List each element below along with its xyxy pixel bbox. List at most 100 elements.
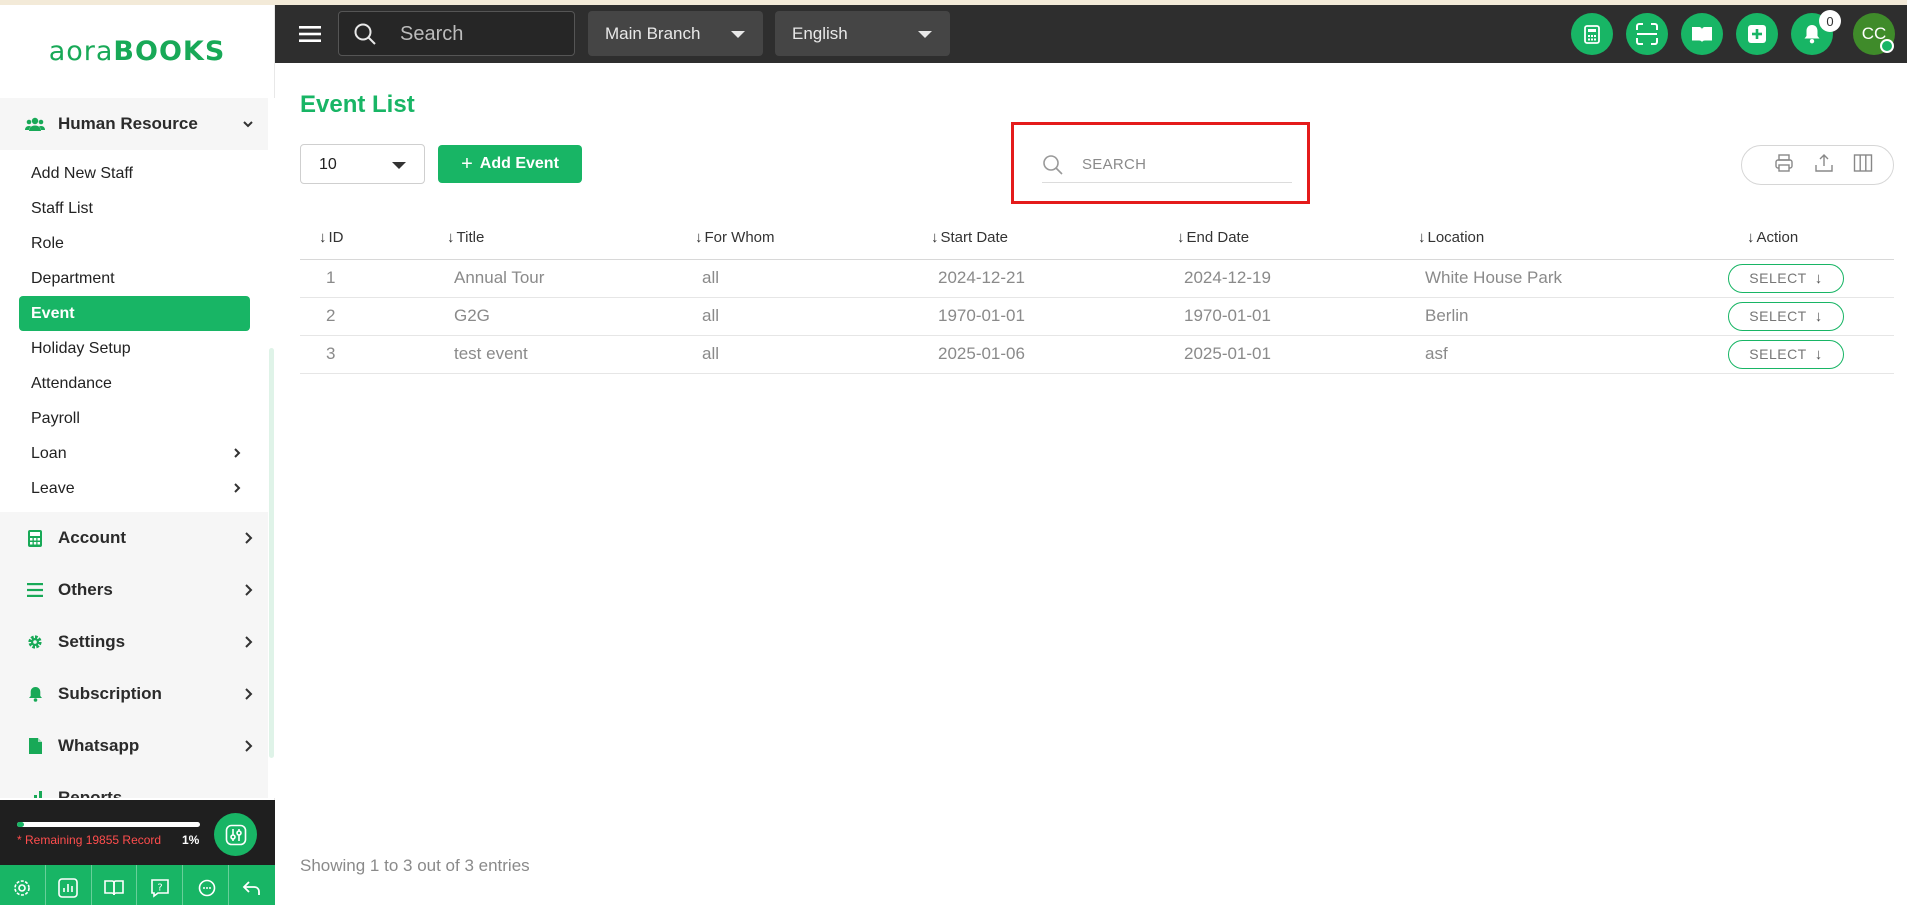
chevron-right-icon [234,483,241,493]
cell-location: Berlin [1399,297,1728,336]
table-header-row: ↓ ID ↓ Title ↓ For Whom ↓ Start Date ↓ End Da… [300,216,1894,260]
column-header-action[interactable]: ↓ Action [1728,216,1894,260]
table-row: 1 Annual Tour all 2024-12-21 2024-12-19 … [300,259,1894,298]
chevron-right-icon [234,448,241,458]
columns-button[interactable] [1853,153,1873,178]
global-search-input[interactable] [400,22,560,46]
cell-action: SELECT ↓ [1728,259,1894,298]
sidebar-item-label: Loan [31,444,67,462]
sidebar-group-label: Account [58,528,126,547]
help-icon: ? [150,878,169,898]
cell-for-whom: all [676,259,912,298]
sidebar-group-others[interactable]: Others [0,564,268,616]
calculator-button[interactable] [1571,13,1613,55]
users-icon [24,115,46,133]
sort-arrow-icon: ↓ [447,228,455,246]
sidebar-item-label: Payroll [31,409,80,427]
sidebar-item-add-new-staff[interactable]: Add New Staff [19,156,250,191]
sidebar-scrollbar[interactable] [268,98,275,798]
record-usage: * Remaining 19855 Record 1% [0,800,275,865]
sidebar-item-leave[interactable]: Leave [19,471,250,506]
sidebar-item-holiday-setup[interactable]: Holiday Setup [19,331,250,366]
export-button[interactable] [1814,153,1834,178]
sidebar-scroll-thumb[interactable] [269,348,274,758]
page-size-select[interactable]: 10 [300,144,425,184]
cell-for-whom: all [676,335,912,374]
gear-icon [14,879,31,896]
select-action-button[interactable]: SELECT ↓ [1728,339,1844,369]
table-tools [1741,145,1894,185]
sidebar-item-staff-list[interactable]: Staff List [19,191,250,226]
cell-for-whom: all [676,297,912,336]
settings-tool-button[interactable] [0,865,46,905]
select-action-button[interactable]: SELECT ↓ [1728,301,1844,331]
scan-button[interactable] [1626,13,1668,55]
select-action-button[interactable]: SELECT ↓ [1728,263,1844,293]
logout-tool-button[interactable] [229,865,275,905]
sidebar-item-label: Role [31,234,64,252]
add-event-button[interactable]: + Add Event [438,145,582,183]
cell-start-date: 1970-01-01 [912,297,1158,336]
global-search[interactable] [338,11,575,56]
help-tool-button[interactable]: ? [137,865,184,905]
sidebar-item-loan[interactable]: Loan [19,436,250,471]
column-header-end-date[interactable]: ↓ End Date [1158,216,1399,260]
sidebar-item-event[interactable]: Event [19,296,250,331]
cell-location: White House Park [1399,259,1728,298]
table-row: 3 test event all 2025-01-06 2025-01-01 a… [300,335,1894,374]
sidebar-item-role[interactable]: Role [19,226,250,261]
sliders-icon [225,824,246,845]
language-select[interactable]: English [775,11,950,56]
sidebar-group-label: Subscription [58,684,162,703]
plus-icon: + [461,153,473,175]
sidebar-item-attendance[interactable]: Attendance [19,366,250,401]
sidebar-group-whatsapp[interactable]: Whatsapp [0,720,268,772]
sort-arrow-icon: ↓ [695,228,703,246]
upload-icon [1814,153,1833,172]
quick-add-button[interactable] [1736,13,1778,55]
bell-icon [24,685,46,703]
sidebar-group-label: Settings [58,632,126,651]
sidebar-group-subscription[interactable]: Subscription [0,668,268,720]
table-row: 2 G2G all 1970-01-01 1970-01-01 Berlin S… [300,297,1894,336]
sort-arrow-icon: ↓ [319,228,327,246]
page-title: Event List [300,91,415,118]
guide-tool-button[interactable] [92,865,138,905]
logo[interactable]: aoraBOOKS [0,5,274,98]
chat-tool-button[interactable] [183,865,229,905]
logo-text-left: aora [48,36,114,67]
reports-tool-button[interactable] [46,865,92,905]
sidebar-group-account[interactable]: Account [0,512,268,564]
main-content: Event List 10 + Add Event ↓ID ↓Title [275,63,1907,905]
upgrade-button[interactable] [214,813,257,856]
print-button[interactable] [1774,153,1794,178]
column-header-location[interactable]: ↓ Location [1399,216,1728,260]
sidebar-group-human-resource[interactable]: Human Resource [0,98,268,150]
sidebar-group-reports[interactable]: Reports [0,772,268,798]
column-header-id[interactable]: ↓ ID [300,216,428,260]
list-icon [24,581,46,599]
sidebar-group-label: Whatsapp [58,736,140,755]
menu-icon[interactable] [299,24,321,44]
sidebar-item-payroll[interactable]: Payroll [19,401,250,436]
sidebar-nav: Human Resource Add New Staff Staff List … [0,98,268,798]
cell-title: Annual Tour [428,259,676,298]
cell-end-date: 1970-01-01 [1158,297,1399,336]
sidebar-group-label: Human Resource [58,114,198,133]
chevron-right-icon [245,532,253,544]
hr-submenu: Add New Staff Staff List Role Department… [0,150,268,512]
column-header-start-date[interactable]: ↓ Start Date [912,216,1158,260]
page-size-value: 10 [319,156,337,173]
sidebar-item-department[interactable]: Department [19,261,250,296]
caret-down-icon [731,31,745,38]
gear-icon [24,633,46,651]
chat-icon [198,879,215,896]
column-header-title[interactable]: ↓ Title [428,216,676,260]
branch-select[interactable]: Main Branch [588,11,763,56]
chevron-right-icon [245,636,253,648]
column-header-for-whom[interactable]: ↓ For Whom [676,216,912,260]
cell-title: test event [428,335,676,374]
ledger-button[interactable] [1681,13,1723,55]
sidebar-item-label: Add New Staff [31,164,133,182]
sidebar-group-settings[interactable]: Settings [0,616,268,668]
